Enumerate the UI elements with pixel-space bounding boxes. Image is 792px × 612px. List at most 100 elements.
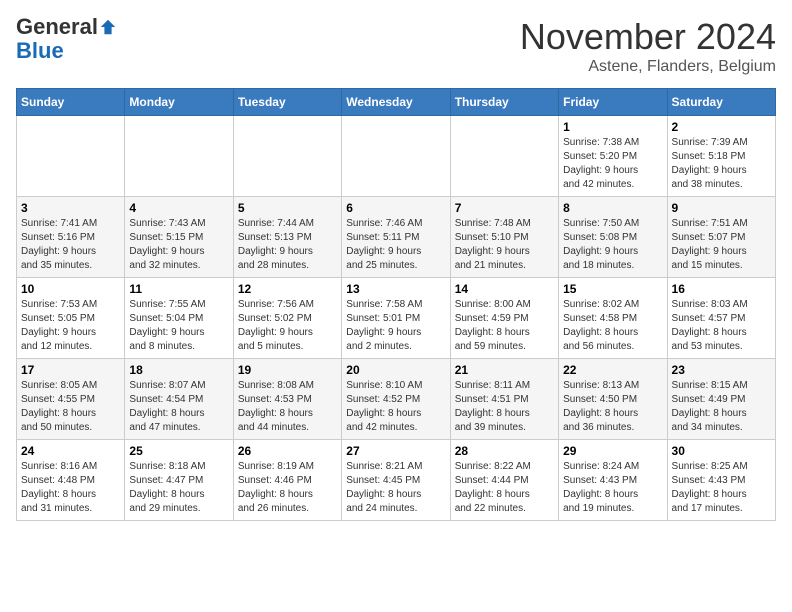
calendar-day-cell bbox=[17, 116, 125, 197]
weekday-header-cell: Saturday bbox=[667, 89, 775, 116]
calendar-day-cell: 2 Sunrise: 7:39 AM Sunset: 5:18 PM Daylig… bbox=[667, 116, 775, 197]
day-info: Sunrise: 7:46 AM Sunset: 5:11 PM Dayligh… bbox=[346, 217, 445, 273]
day-info: Sunrise: 7:41 AM Sunset: 5:16 PM Dayligh… bbox=[21, 217, 120, 273]
calendar-day-cell: 25 Sunrise: 8:18 AM Sunset: 4:47 PM Dayli… bbox=[125, 440, 233, 521]
day-info: Sunrise: 8:22 AM Sunset: 4:44 PM Dayligh… bbox=[455, 460, 554, 516]
calendar-day-cell: 11Sunrise: 7:55 AM Sunset: 5:04 PM Dayli… bbox=[125, 278, 233, 359]
header: General Blue November 2024 Astene, Fland… bbox=[16, 16, 776, 76]
day-number: 16 bbox=[672, 282, 771, 296]
day-number: 14 bbox=[455, 282, 554, 296]
calendar-day-cell: 5 Sunrise: 7:44 AM Sunset: 5:13 PM Daylig… bbox=[233, 197, 341, 278]
day-number: 17 bbox=[21, 363, 120, 377]
day-info: Sunrise: 8:24 AM Sunset: 4:43 PM Dayligh… bbox=[563, 460, 662, 516]
day-number: 3 bbox=[21, 201, 120, 215]
day-number: 6 bbox=[346, 201, 445, 215]
day-info: Sunrise: 8:15 AM Sunset: 4:49 PM Dayligh… bbox=[672, 379, 771, 435]
day-number: 19 bbox=[238, 363, 337, 377]
day-number: 5 bbox=[238, 201, 337, 215]
calendar-day-cell: 16 Sunrise: 8:03 AM Sunset: 4:57 PM Dayli… bbox=[667, 278, 775, 359]
title-area: November 2024 Astene, Flanders, Belgium bbox=[520, 16, 776, 76]
calendar-day-cell: 3 Sunrise: 7:41 AM Sunset: 5:16 PM Daylig… bbox=[17, 197, 125, 278]
calendar-day-cell: 22 Sunrise: 8:13 AM Sunset: 4:50 PM Dayli… bbox=[559, 359, 667, 440]
day-number: 28 bbox=[455, 444, 554, 458]
day-info: Sunrise: 8:05 AM Sunset: 4:55 PM Dayligh… bbox=[21, 379, 120, 435]
calendar-day-cell: 7Sunrise: 7:48 AM Sunset: 5:10 PM Daylig… bbox=[450, 197, 558, 278]
day-number: 26 bbox=[238, 444, 337, 458]
calendar-week-row: 3 Sunrise: 7:41 AM Sunset: 5:16 PM Daylig… bbox=[17, 197, 776, 278]
day-number: 20 bbox=[346, 363, 445, 377]
logo: General Blue bbox=[16, 16, 117, 64]
calendar-day-cell: 18 Sunrise: 8:07 AM Sunset: 4:54 PM Dayli… bbox=[125, 359, 233, 440]
day-number: 1 bbox=[563, 120, 662, 134]
calendar-day-cell: 26 Sunrise: 8:19 AM Sunset: 4:46 PM Dayli… bbox=[233, 440, 341, 521]
day-info: Sunrise: 8:10 AM Sunset: 4:52 PM Dayligh… bbox=[346, 379, 445, 435]
weekday-header-cell: Monday bbox=[125, 89, 233, 116]
day-info: Sunrise: 8:02 AM Sunset: 4:58 PM Dayligh… bbox=[563, 298, 662, 354]
calendar-day-cell: 15Sunrise: 8:02 AM Sunset: 4:58 PM Dayli… bbox=[559, 278, 667, 359]
calendar-day-cell: 14 Sunrise: 8:00 AM Sunset: 4:59 PM Dayli… bbox=[450, 278, 558, 359]
day-number: 22 bbox=[563, 363, 662, 377]
day-info: Sunrise: 8:03 AM Sunset: 4:57 PM Dayligh… bbox=[672, 298, 771, 354]
calendar-day-cell: 28 Sunrise: 8:22 AM Sunset: 4:44 PM Dayli… bbox=[450, 440, 558, 521]
calendar-day-cell bbox=[342, 116, 450, 197]
calendar-day-cell: 12 Sunrise: 7:56 AM Sunset: 5:02 PM Dayli… bbox=[233, 278, 341, 359]
day-info: Sunrise: 7:50 AM Sunset: 5:08 PM Dayligh… bbox=[563, 217, 662, 273]
calendar-day-cell: 4Sunrise: 7:43 AM Sunset: 5:15 PM Daylig… bbox=[125, 197, 233, 278]
day-info: Sunrise: 7:48 AM Sunset: 5:10 PM Dayligh… bbox=[455, 217, 554, 273]
day-info: Sunrise: 7:39 AM Sunset: 5:18 PM Dayligh… bbox=[672, 136, 771, 192]
calendar-day-cell: 10 Sunrise: 7:53 AM Sunset: 5:05 PM Dayli… bbox=[17, 278, 125, 359]
weekday-header-cell: Wednesday bbox=[342, 89, 450, 116]
calendar-week-row: 10 Sunrise: 7:53 AM Sunset: 5:05 PM Dayli… bbox=[17, 278, 776, 359]
calendar: SundayMondayTuesdayWednesdayThursdayFrid… bbox=[16, 88, 776, 521]
calendar-day-cell: 9Sunrise: 7:51 AM Sunset: 5:07 PM Daylig… bbox=[667, 197, 775, 278]
day-number: 12 bbox=[238, 282, 337, 296]
day-number: 10 bbox=[21, 282, 120, 296]
day-number: 30 bbox=[672, 444, 771, 458]
calendar-day-cell bbox=[125, 116, 233, 197]
month-title: November 2024 bbox=[520, 16, 776, 58]
weekday-header-cell: Sunday bbox=[17, 89, 125, 116]
weekday-header-cell: Friday bbox=[559, 89, 667, 116]
calendar-body: 1Sunrise: 7:38 AM Sunset: 5:20 PM Daylig… bbox=[17, 116, 776, 521]
day-info: Sunrise: 7:56 AM Sunset: 5:02 PM Dayligh… bbox=[238, 298, 337, 354]
weekday-header-cell: Thursday bbox=[450, 89, 558, 116]
day-info: Sunrise: 7:44 AM Sunset: 5:13 PM Dayligh… bbox=[238, 217, 337, 273]
logo-icon bbox=[99, 18, 117, 36]
day-number: 2 bbox=[672, 120, 771, 134]
day-info: Sunrise: 7:51 AM Sunset: 5:07 PM Dayligh… bbox=[672, 217, 771, 273]
calendar-day-cell: 21Sunrise: 8:11 AM Sunset: 4:51 PM Dayli… bbox=[450, 359, 558, 440]
day-number: 23 bbox=[672, 363, 771, 377]
day-info: Sunrise: 8:25 AM Sunset: 4:43 PM Dayligh… bbox=[672, 460, 771, 516]
day-number: 13 bbox=[346, 282, 445, 296]
logo-blue-text: Blue bbox=[16, 38, 64, 63]
calendar-day-cell: 19Sunrise: 8:08 AM Sunset: 4:53 PM Dayli… bbox=[233, 359, 341, 440]
calendar-day-cell: 6 Sunrise: 7:46 AM Sunset: 5:11 PM Daylig… bbox=[342, 197, 450, 278]
day-info: Sunrise: 8:19 AM Sunset: 4:46 PM Dayligh… bbox=[238, 460, 337, 516]
day-info: Sunrise: 7:53 AM Sunset: 5:05 PM Dayligh… bbox=[21, 298, 120, 354]
day-number: 18 bbox=[129, 363, 228, 377]
calendar-day-cell: 1Sunrise: 7:38 AM Sunset: 5:20 PM Daylig… bbox=[559, 116, 667, 197]
location-title: Astene, Flanders, Belgium bbox=[520, 58, 776, 76]
day-number: 11 bbox=[129, 282, 228, 296]
day-number: 4 bbox=[129, 201, 228, 215]
calendar-day-cell: 27Sunrise: 8:21 AM Sunset: 4:45 PM Dayli… bbox=[342, 440, 450, 521]
calendar-week-row: 24Sunrise: 8:16 AM Sunset: 4:48 PM Dayli… bbox=[17, 440, 776, 521]
day-number: 25 bbox=[129, 444, 228, 458]
day-info: Sunrise: 8:00 AM Sunset: 4:59 PM Dayligh… bbox=[455, 298, 554, 354]
day-info: Sunrise: 8:13 AM Sunset: 4:50 PM Dayligh… bbox=[563, 379, 662, 435]
weekday-header-row: SundayMondayTuesdayWednesdayThursdayFrid… bbox=[17, 89, 776, 116]
calendar-day-cell: 8 Sunrise: 7:50 AM Sunset: 5:08 PM Daylig… bbox=[559, 197, 667, 278]
day-info: Sunrise: 8:18 AM Sunset: 4:47 PM Dayligh… bbox=[129, 460, 228, 516]
calendar-day-cell: 17 Sunrise: 8:05 AM Sunset: 4:55 PM Dayli… bbox=[17, 359, 125, 440]
day-number: 24 bbox=[21, 444, 120, 458]
day-info: Sunrise: 8:07 AM Sunset: 4:54 PM Dayligh… bbox=[129, 379, 228, 435]
calendar-day-cell: 24Sunrise: 8:16 AM Sunset: 4:48 PM Dayli… bbox=[17, 440, 125, 521]
calendar-week-row: 1Sunrise: 7:38 AM Sunset: 5:20 PM Daylig… bbox=[17, 116, 776, 197]
day-number: 8 bbox=[563, 201, 662, 215]
day-number: 29 bbox=[563, 444, 662, 458]
day-number: 21 bbox=[455, 363, 554, 377]
calendar-week-row: 17 Sunrise: 8:05 AM Sunset: 4:55 PM Dayli… bbox=[17, 359, 776, 440]
calendar-day-cell bbox=[233, 116, 341, 197]
calendar-day-cell: 20 Sunrise: 8:10 AM Sunset: 4:52 PM Dayli… bbox=[342, 359, 450, 440]
day-info: Sunrise: 8:21 AM Sunset: 4:45 PM Dayligh… bbox=[346, 460, 445, 516]
